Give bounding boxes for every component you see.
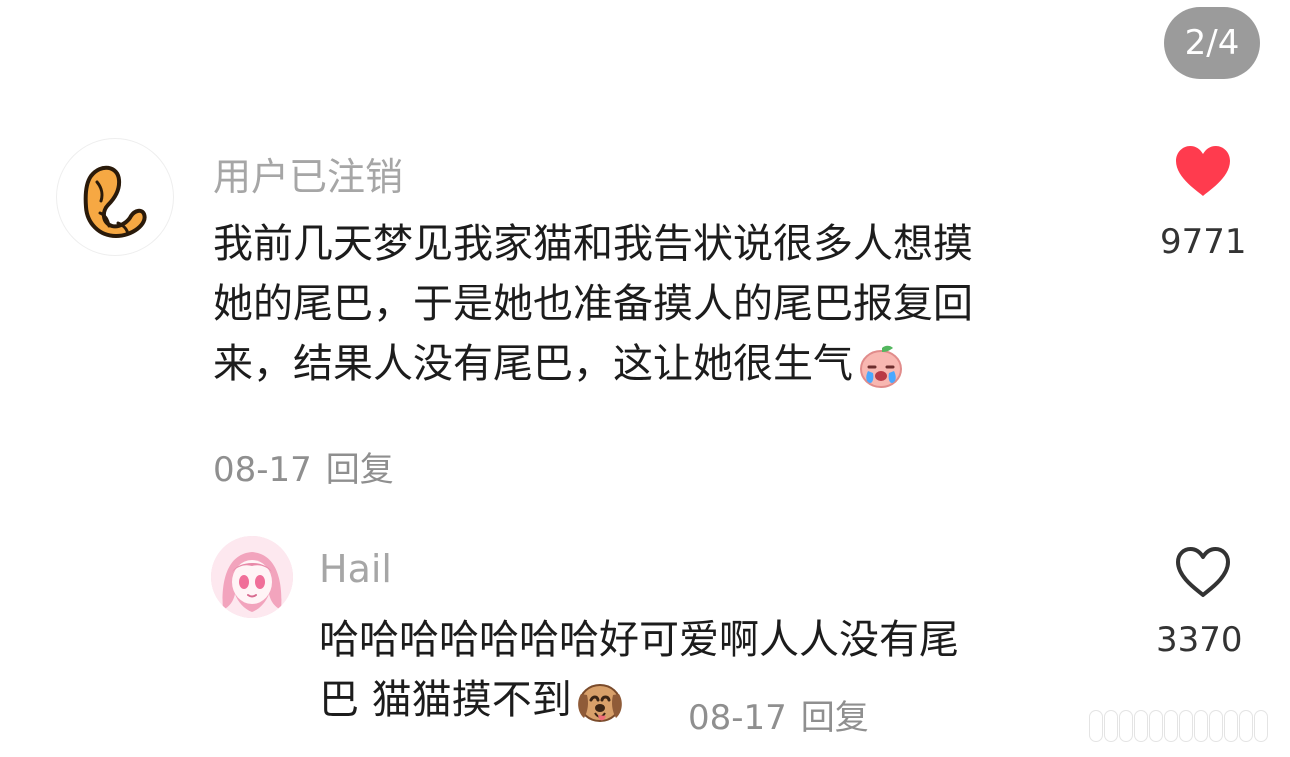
reply-line-text: 巴 猫猫摸不到 — [319, 677, 572, 723]
watermark-bar — [1210, 710, 1222, 741]
comment-line-text: 来，结果人没有尾巴，这让她很生气 — [213, 341, 853, 387]
watermark-bar — [1090, 710, 1102, 741]
comment-text: 我前几天梦见我家猫和我告状说很多人想摸 她的尾巴，于是她也准备摸人的尾巴报复回 … — [213, 214, 973, 394]
anime-avatar-icon — [211, 536, 293, 618]
dog-emoji — [577, 684, 622, 722]
reply-meta: 08-17 回复 — [688, 690, 869, 739]
watermark-bar — [1195, 710, 1207, 741]
like-count: 9771 — [1160, 222, 1247, 262]
croissant-icon — [83, 165, 147, 238]
watermark-bar — [1255, 710, 1267, 741]
watermark-bar — [1225, 710, 1237, 741]
reply-date: 08-17 — [688, 698, 787, 738]
reply-like-button[interactable] — [1174, 545, 1232, 599]
reply-like-count: 3370 — [1156, 620, 1243, 660]
username[interactable]: 用户已注销 — [213, 146, 403, 201]
watermark-bar — [1240, 710, 1252, 741]
heart-outline-icon — [1176, 547, 1230, 597]
like-button[interactable] — [1174, 144, 1232, 198]
comment-date: 08-17 — [213, 450, 312, 490]
comment-line: 她的尾巴，于是她也准备摸人的尾巴报复回 — [213, 281, 973, 327]
page-indicator: 2/4 — [1164, 7, 1260, 79]
reply-to-reply-button[interactable]: 回复 — [801, 698, 869, 738]
heart-filled-icon — [1176, 146, 1230, 196]
watermark-bar — [1120, 710, 1132, 741]
comment-line: 来，结果人没有尾巴，这让她很生气 — [213, 334, 973, 394]
reply-button[interactable]: 回复 — [326, 450, 394, 490]
watermark-bar — [1150, 710, 1162, 741]
watermark-bar — [1135, 710, 1147, 741]
comment-meta: 08-17 回复 — [213, 442, 394, 491]
crying-peach-emoji — [860, 345, 902, 388]
comment-line: 我前几天梦见我家猫和我告状说很多人想摸 — [213, 221, 973, 267]
watermark-bar — [1165, 710, 1177, 741]
reply-line: 哈哈哈哈哈哈哈好可爱啊人人没有尾 — [319, 617, 959, 663]
watermark — [1090, 708, 1280, 743]
reply-avatar[interactable] — [211, 536, 293, 618]
watermark-bar — [1180, 710, 1192, 741]
watermark-bar — [1105, 710, 1117, 741]
reply-username[interactable]: Hail — [319, 547, 392, 591]
avatar[interactable] — [56, 138, 174, 256]
